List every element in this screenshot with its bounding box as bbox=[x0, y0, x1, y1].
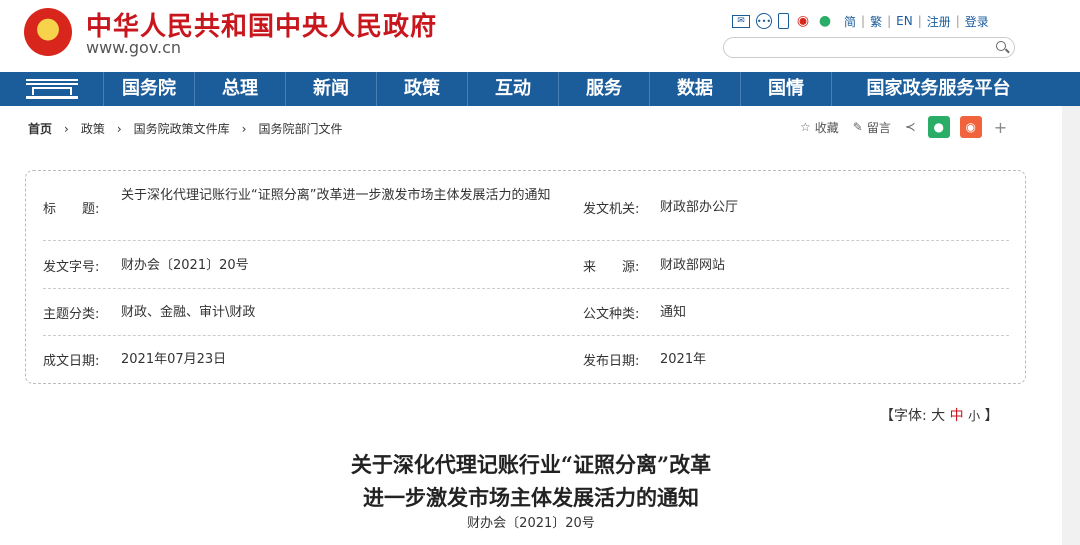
issuer-value: 财政部办公厅 bbox=[660, 200, 739, 215]
nav-item-service-platform[interactable]: 国家政务服务平台 bbox=[832, 72, 1045, 106]
search-icon[interactable] bbox=[996, 41, 1006, 51]
share-icon[interactable]: ≺ bbox=[905, 120, 916, 135]
info-row-topic: 主题分类: 财政、金融、审计\财政 公文种类: 通知 bbox=[43, 289, 1009, 336]
created-date-value: 2021年07月23日 bbox=[121, 352, 227, 367]
article-title-line1: 关于深化代理记账行业“证照分离”改革 bbox=[350, 452, 712, 477]
font-size-prefix: 【字体: bbox=[880, 408, 927, 424]
breadcrumb-department-docs[interactable]: 国务院部门文件 bbox=[256, 120, 344, 137]
font-size-large-button[interactable]: 大 bbox=[931, 408, 945, 424]
chevron-right-icon: › bbox=[241, 121, 247, 136]
main-nav: 国务院 总理 新闻 政策 互动 服务 数据 国情 国家政务服务平台 bbox=[0, 72, 1080, 106]
mail-icon[interactable]: ✉ bbox=[732, 14, 750, 28]
register-link[interactable]: 注册 bbox=[922, 13, 956, 30]
more-share-icon[interactable]: + bbox=[994, 118, 1007, 137]
article-title: 关于深化代理记账行业“证照分离”改革 进一步激发市场主体发展活力的通知 bbox=[0, 448, 1062, 514]
nav-item-data[interactable]: 数据 bbox=[650, 72, 741, 106]
star-icon[interactable]: ☆ bbox=[800, 120, 811, 134]
nav-item-interaction[interactable]: 互动 bbox=[468, 72, 559, 106]
article-doc-number: 财办会〔2021〕20号 bbox=[467, 516, 595, 531]
chevron-right-icon: › bbox=[64, 121, 69, 136]
nav-item-policy[interactable]: 政策 bbox=[377, 72, 468, 106]
topic-label: 主题分类: bbox=[43, 307, 100, 322]
document-info-box: 标 题: 关于深化代理记账行业“证照分离”改革进一步激发市场主体发展活力的通知 … bbox=[25, 170, 1026, 384]
weibo-icon[interactable]: ◉ bbox=[795, 13, 811, 29]
docno-label: 发文字号: bbox=[43, 260, 100, 275]
breadcrumb: 首页 › 政策 › 国务院政策文件库 › 国务院部门文件 bbox=[26, 120, 345, 137]
scrollbar-track[interactable] bbox=[1062, 106, 1080, 545]
published-date-label: 发布日期: bbox=[583, 354, 640, 369]
site-url: www.gov.cn bbox=[86, 38, 182, 57]
chevron-right-icon: › bbox=[116, 121, 122, 136]
comment-link[interactable]: 留言 bbox=[867, 119, 891, 136]
breadcrumb-policy-library[interactable]: 国务院政策文件库 bbox=[132, 120, 232, 137]
info-row-docno: 发文字号: 财办会〔2021〕20号 来 源: 财政部网站 bbox=[43, 241, 1009, 289]
login-link[interactable]: 登录 bbox=[960, 13, 994, 30]
tiananmen-gate-icon[interactable] bbox=[0, 72, 104, 106]
wechat-icon[interactable]: ● bbox=[817, 13, 833, 29]
site-header: ★ 中华人民共和国中央人民政府 www.gov.cn ✉ ••• ◉ ● 简 | … bbox=[0, 0, 1080, 72]
mobile-icon[interactable] bbox=[778, 13, 789, 29]
source-value: 财政部网站 bbox=[660, 258, 726, 273]
info-row-dates: 成文日期: 2021年07月23日 发布日期: 2021年 bbox=[43, 336, 1009, 384]
breadcrumb-policy[interactable]: 政策 bbox=[79, 120, 107, 137]
doctype-label: 公文种类: bbox=[583, 307, 640, 322]
docno-value: 财办会〔2021〕20号 bbox=[121, 258, 249, 273]
wechat-share-button[interactable]: ● bbox=[927, 116, 950, 138]
created-date-label: 成文日期: bbox=[43, 354, 100, 369]
share-toolbar: ☆ 收藏 ✎ 留言 ≺ ● ◉ + bbox=[800, 116, 1007, 138]
search-input[interactable] bbox=[723, 37, 1015, 58]
lang-english-link[interactable]: EN bbox=[891, 14, 918, 28]
nav-item-national-info[interactable]: 国情 bbox=[741, 72, 832, 106]
article-title-line2: 进一步激发市场主体发展活力的通知 bbox=[363, 485, 699, 510]
doctype-value: 通知 bbox=[660, 305, 687, 320]
topic-value: 财政、金融、审计\财政 bbox=[121, 305, 256, 320]
title-value: 关于深化代理记账行业“证照分离”改革进一步激发市场主体发展活力的通知 bbox=[121, 188, 551, 203]
nav-item-state-council[interactable]: 国务院 bbox=[104, 72, 195, 106]
weibo-share-button[interactable]: ◉ bbox=[959, 116, 982, 138]
lang-traditional-link[interactable]: 繁 bbox=[865, 13, 887, 30]
info-row-title: 标 题: 关于深化代理记账行业“证照分离”改革进一步激发市场主体发展活力的通知 … bbox=[43, 171, 1009, 241]
lang-simplified-link[interactable]: 简 bbox=[839, 13, 861, 30]
national-emblem-logo[interactable]: ★ bbox=[24, 8, 72, 56]
published-date-value: 2021年 bbox=[660, 352, 707, 367]
nav-item-services[interactable]: 服务 bbox=[559, 72, 650, 106]
issuer-label: 发文机关: bbox=[583, 202, 640, 217]
nav-item-news[interactable]: 新闻 bbox=[286, 72, 377, 106]
top-tools: ✉ ••• ◉ ● 简 | 繁 | EN | 注册 | 登录 bbox=[732, 11, 994, 31]
font-size-medium-button[interactable]: 中 bbox=[950, 408, 964, 424]
font-size-small-button[interactable]: 小 bbox=[968, 409, 980, 423]
favorite-link[interactable]: 收藏 bbox=[815, 119, 839, 136]
title-label: 标 题: bbox=[43, 202, 100, 217]
source-label: 来 源: bbox=[583, 260, 640, 275]
nav-item-premier[interactable]: 总理 bbox=[195, 72, 286, 106]
message-icon[interactable]: ••• bbox=[756, 13, 772, 29]
pencil-icon[interactable]: ✎ bbox=[853, 120, 863, 134]
font-size-suffix: 】 bbox=[984, 408, 999, 424]
breadcrumb-home[interactable]: 首页 bbox=[26, 120, 54, 137]
font-size-control: 【字体: 大 中 小 】 bbox=[880, 405, 999, 425]
